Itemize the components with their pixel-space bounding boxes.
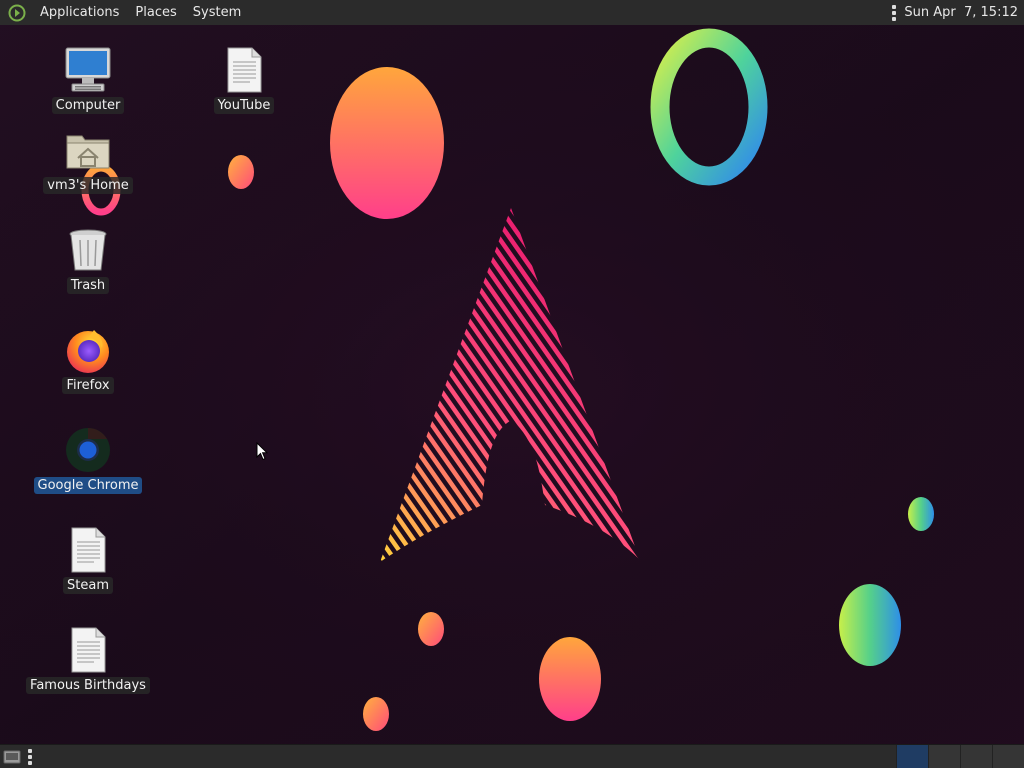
orb-bottom-tiny [363,697,389,731]
desktop-icon-chrome[interactable]: Google Chrome [33,426,143,494]
desktop-icon-label: Computer [51,97,125,114]
chrome-icon [64,426,112,474]
orb-cool-small [908,497,934,531]
desktop-icon-label: Famous Birthdays [26,677,150,694]
orb-bottom [539,637,601,721]
panel-handle-icon[interactable] [28,749,32,765]
desktop-icon-firefox[interactable]: Firefox [33,326,143,394]
desktop-icon-famous-birthdays[interactable]: Famous Birthdays [26,626,150,694]
desktop-icon-label: YouTube [213,97,275,114]
desktop-icon-youtube[interactable]: YouTube [189,46,299,114]
desktop-icon-home[interactable]: vm3's Home [33,126,143,194]
workspace-2[interactable] [928,745,960,768]
orb-small [228,155,254,189]
computer-icon [64,46,112,94]
top-panel: Applications Places System Sun Apr 7, 15… [0,0,1024,26]
workspace-4[interactable] [992,745,1024,768]
orb-large [330,67,444,219]
panel-handle-icon[interactable] [892,4,897,21]
show-desktop-icon[interactable] [2,748,22,766]
desktop-icon-label: vm3's Home [43,177,133,194]
desktop-icon-label: Steam [63,577,113,594]
mate-logo-icon[interactable] [8,4,26,22]
text-file-icon [64,626,112,674]
workspace-1[interactable] [896,745,928,768]
desktop-icon-trash[interactable]: Trash [33,226,143,294]
desktop-icon-label: Google Chrome [33,477,143,494]
workspace-3[interactable] [960,745,992,768]
clock[interactable]: Sun Apr 7, 15:12 [904,0,1024,25]
desktop-icon-steam[interactable]: Steam [33,526,143,594]
trash-icon [64,226,112,274]
workspace-switcher[interactable] [896,745,1024,768]
firefox-icon [64,326,112,374]
text-file-icon [64,526,112,574]
orb-bottom-small [418,612,444,646]
system-menu[interactable]: System [185,0,249,25]
bottom-panel [0,744,1024,768]
desktop-icon-label: Trash [66,277,110,294]
wallpaper [0,25,1024,744]
desktop-icon-label: Firefox [62,377,114,394]
text-file-icon [220,46,268,94]
desktop-icon-computer[interactable]: Computer [33,46,143,114]
orb-cool-large [839,584,901,666]
home-folder-icon [64,126,112,174]
places-menu[interactable]: Places [127,0,184,25]
applications-menu[interactable]: Applications [32,0,127,25]
mouse-cursor-icon [256,442,268,461]
